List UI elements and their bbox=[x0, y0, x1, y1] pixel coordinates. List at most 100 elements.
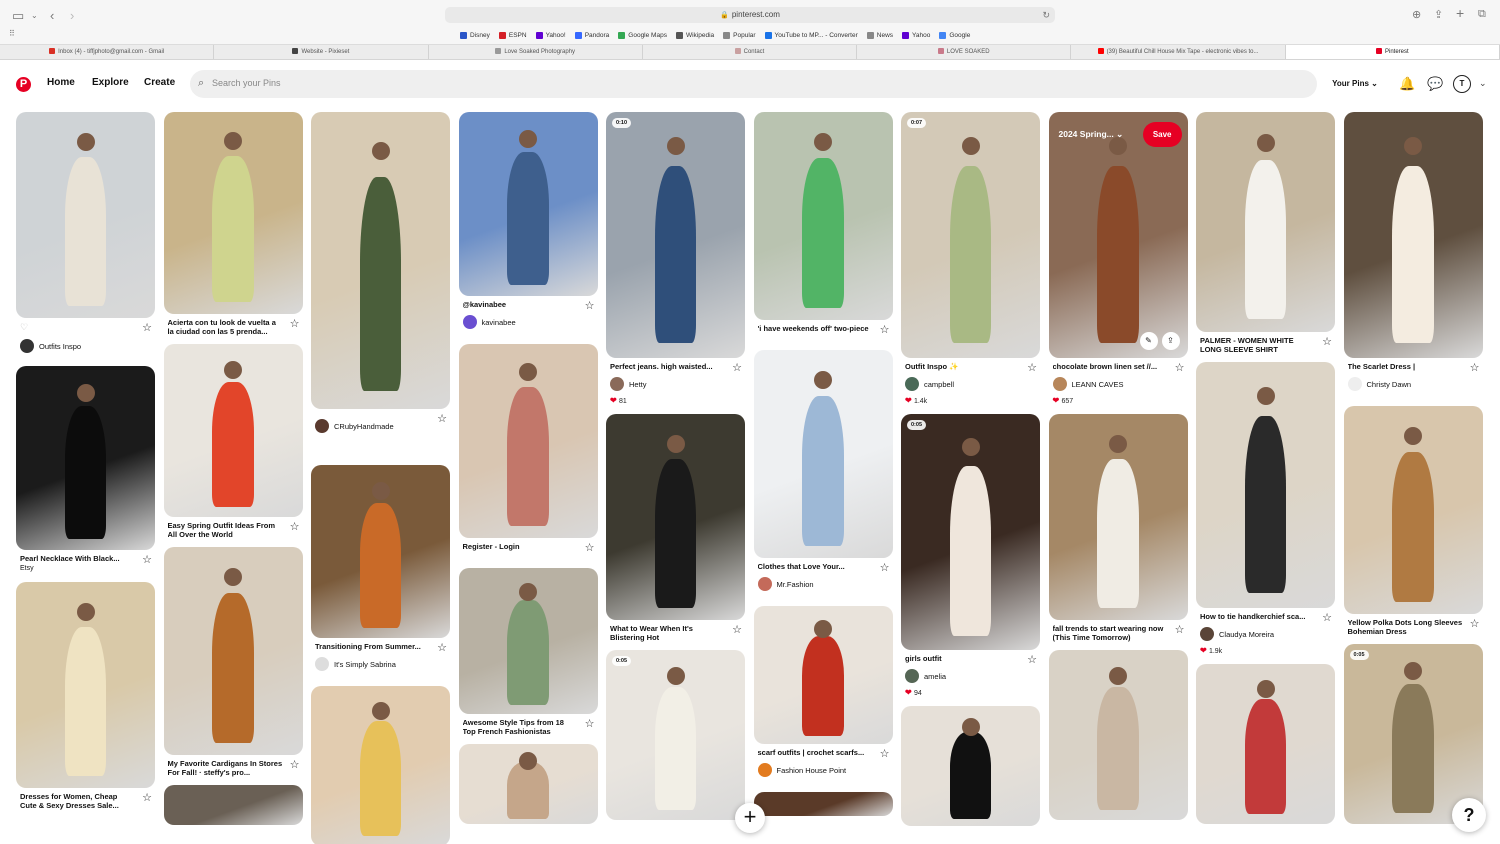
bookmark-item[interactable]: News bbox=[866, 31, 893, 39]
pin-title[interactable]: chocolate brown linen set //... bbox=[1053, 362, 1184, 371]
pin-title[interactable]: @kavinabee bbox=[463, 300, 594, 309]
pin-image[interactable] bbox=[311, 112, 450, 409]
pin-title[interactable]: How to tie handkerchief sca... bbox=[1200, 612, 1331, 621]
star-icon[interactable]: ☆ bbox=[142, 321, 152, 334]
star-icon[interactable]: ☆ bbox=[290, 520, 300, 533]
pin-image[interactable]: 0:07 bbox=[901, 112, 1040, 358]
pin-title[interactable]: Transitioning From Summer... bbox=[315, 642, 446, 651]
star-icon[interactable]: ☆ bbox=[880, 561, 890, 574]
pin-card[interactable]: ☆ CRubyHandmade bbox=[311, 112, 450, 465]
pin-card[interactable]: 2024 Spring... ⌄ Save ✎ ⇪ chocolate brown li… bbox=[1048, 112, 1188, 414]
help-button[interactable]: ? bbox=[1452, 798, 1486, 832]
star-icon[interactable]: ☆ bbox=[1322, 611, 1332, 624]
pin-title[interactable]: The Scarlet Dress | bbox=[1348, 362, 1479, 371]
pin-creator[interactable]: kavinabee bbox=[462, 315, 594, 329]
pin-title[interactable]: Easy Spring Outfit Ideas From All Over t… bbox=[168, 521, 299, 539]
bookmark-item[interactable]: Pandora bbox=[574, 31, 609, 39]
pin-card[interactable]: PALMER - WOMEN WHITE LONG SLEEVE SHIRT ☆ bbox=[1196, 112, 1335, 362]
pin-image[interactable]: 0:05 bbox=[606, 650, 745, 820]
pin-card[interactable]: Register - Login ☆ bbox=[458, 344, 598, 568]
pin-image[interactable] bbox=[458, 568, 598, 714]
pin-title[interactable]: Acierta con tu look de vuelta a la ciuda… bbox=[168, 318, 299, 336]
pin-image[interactable] bbox=[163, 344, 303, 517]
messages-icon[interactable]: 💬 bbox=[1427, 76, 1443, 92]
pin-image[interactable] bbox=[606, 414, 745, 620]
pin-card[interactable]: The Scarlet Dress | ☆ Christy Dawn bbox=[1343, 112, 1483, 406]
star-icon[interactable]: ☆ bbox=[290, 758, 300, 771]
pin-creator[interactable]: CRubyHandmade bbox=[315, 419, 446, 433]
star-icon[interactable]: ☆ bbox=[732, 623, 742, 636]
pin-title[interactable]: 'i have weekends off' two-piece bbox=[758, 324, 889, 333]
edit-icon[interactable]: ✎ bbox=[1139, 332, 1158, 350]
bookmark-item[interactable]: Google Maps bbox=[618, 31, 667, 39]
pin-image[interactable] bbox=[901, 706, 1040, 826]
download-icon[interactable]: ⊕ bbox=[1412, 8, 1421, 21]
pin-creator[interactable]: LEANN CAVES bbox=[1052, 377, 1184, 391]
pin-title[interactable]: PALMER - WOMEN WHITE LONG SLEEVE SHIRT bbox=[1200, 336, 1331, 354]
star-icon[interactable]: ☆ bbox=[1470, 617, 1480, 630]
pin-creator[interactable]: amelia bbox=[905, 669, 1036, 683]
pin-image[interactable] bbox=[753, 606, 893, 744]
pin-image[interactable]: 0:10 bbox=[606, 112, 745, 358]
pin-card[interactable]: 0:10 Perfect jeans. high waisted... ☆ Hetty… bbox=[606, 112, 745, 414]
pin-card[interactable]: Pearl Necklace With Black... ☆ Etsy bbox=[16, 366, 155, 582]
pin-title[interactable]: girls outfit bbox=[905, 654, 1036, 663]
pin-image[interactable] bbox=[458, 344, 598, 538]
pin-card[interactable]: Awesome Style Tips from 18 Top French Fa… bbox=[458, 568, 598, 744]
your-pins-dropdown[interactable]: Your Pins ⌄ bbox=[1322, 71, 1388, 97]
star-icon[interactable]: ☆ bbox=[142, 791, 152, 804]
search-input[interactable]: ⌕ Search your Pins bbox=[190, 70, 1317, 98]
pin-title[interactable]: Outfit Inspo ✨ bbox=[905, 362, 1036, 371]
chevron-down-icon[interactable]: ⌄ bbox=[31, 11, 38, 20]
account-chevron-icon[interactable]: ⌄ bbox=[1479, 78, 1487, 89]
star-icon[interactable]: ☆ bbox=[880, 747, 890, 760]
pin-card[interactable] bbox=[901, 706, 1040, 836]
pin-card[interactable]: ♡ ☆ Outfits Inspo bbox=[16, 112, 155, 366]
pin-creator[interactable]: Outfits Inspo bbox=[20, 339, 151, 353]
grid-icon[interactable]: ⠿ bbox=[9, 29, 15, 38]
create-pin-button[interactable]: + bbox=[735, 803, 765, 833]
pin-image[interactable] bbox=[16, 366, 155, 550]
pin-image[interactable] bbox=[163, 547, 303, 755]
pin-card[interactable]: Easy Spring Outfit Ideas From All Over t… bbox=[163, 344, 303, 547]
pin-card[interactable]: My Favorite Cardigans In Stores For Fall… bbox=[163, 547, 303, 785]
save-button[interactable]: Save bbox=[1142, 122, 1182, 147]
pin-creator[interactable]: campbell bbox=[905, 377, 1036, 391]
pin-card[interactable]: Yellow Polka Dots Long Sleeves Bohemian … bbox=[1343, 406, 1483, 644]
pin-card[interactable]: @kavinabee ☆ kavinabee bbox=[458, 112, 598, 344]
pin-title[interactable]: Pearl Necklace With Black... bbox=[20, 554, 151, 563]
pin-card[interactable]: Transitioning From Summer... ☆ It's Simply… bbox=[311, 465, 450, 686]
star-icon[interactable]: ☆ bbox=[290, 317, 300, 330]
profile-avatar[interactable]: T bbox=[1453, 75, 1471, 93]
star-icon[interactable]: ☆ bbox=[142, 553, 152, 566]
tab-overview-icon[interactable]: ⧉ bbox=[1478, 8, 1486, 21]
bookmark-item[interactable]: Disney bbox=[460, 31, 490, 39]
pin-creator[interactable]: Christy Dawn bbox=[1347, 377, 1479, 391]
pin-image[interactable] bbox=[163, 785, 303, 825]
star-icon[interactable]: ☆ bbox=[1027, 653, 1037, 666]
pin-image[interactable] bbox=[1196, 664, 1335, 824]
pin-image[interactable] bbox=[753, 792, 893, 816]
browser-tab[interactable]: LOVE SOAKED bbox=[857, 45, 1072, 59]
reload-icon[interactable]: ↻ bbox=[1042, 7, 1050, 23]
bookmark-item[interactable]: Google bbox=[939, 31, 970, 39]
sidebar-toggle-icon[interactable]: ▭ bbox=[12, 8, 24, 24]
nav-create[interactable]: Create bbox=[144, 77, 175, 88]
pin-card[interactable]: What to Wear When It's Blistering Hot ☆ bbox=[606, 414, 745, 650]
browser-tab[interactable]: Pinterest bbox=[1285, 45, 1500, 59]
pin-title[interactable]: Clothes that Love Your... bbox=[758, 562, 889, 571]
back-icon[interactable]: ‹ bbox=[50, 8, 54, 23]
nav-explore[interactable]: Explore bbox=[92, 77, 129, 88]
pin-card[interactable] bbox=[458, 744, 598, 834]
bookmark-item[interactable]: Yahoo bbox=[902, 31, 930, 39]
pin-title[interactable]: My Favorite Cardigans In Stores For Fall… bbox=[168, 759, 299, 777]
star-icon[interactable]: ☆ bbox=[1175, 361, 1185, 374]
pin-creator[interactable]: Mr.Fashion bbox=[757, 577, 889, 591]
pin-card[interactable] bbox=[163, 785, 303, 835]
pin-image[interactable]: 0:05 bbox=[901, 414, 1040, 650]
pin-card[interactable]: 0:05 girls outfit ☆ amelia ❤ 94 bbox=[901, 414, 1040, 706]
pin-card[interactable]: Dresses for Women, Cheap Cute & Sexy Dre… bbox=[16, 582, 155, 818]
pin-image[interactable] bbox=[1048, 650, 1188, 820]
pin-card[interactable]: How to tie handkerchief sca... ☆ Claudya M… bbox=[1196, 362, 1335, 664]
pin-image[interactable] bbox=[311, 465, 450, 638]
